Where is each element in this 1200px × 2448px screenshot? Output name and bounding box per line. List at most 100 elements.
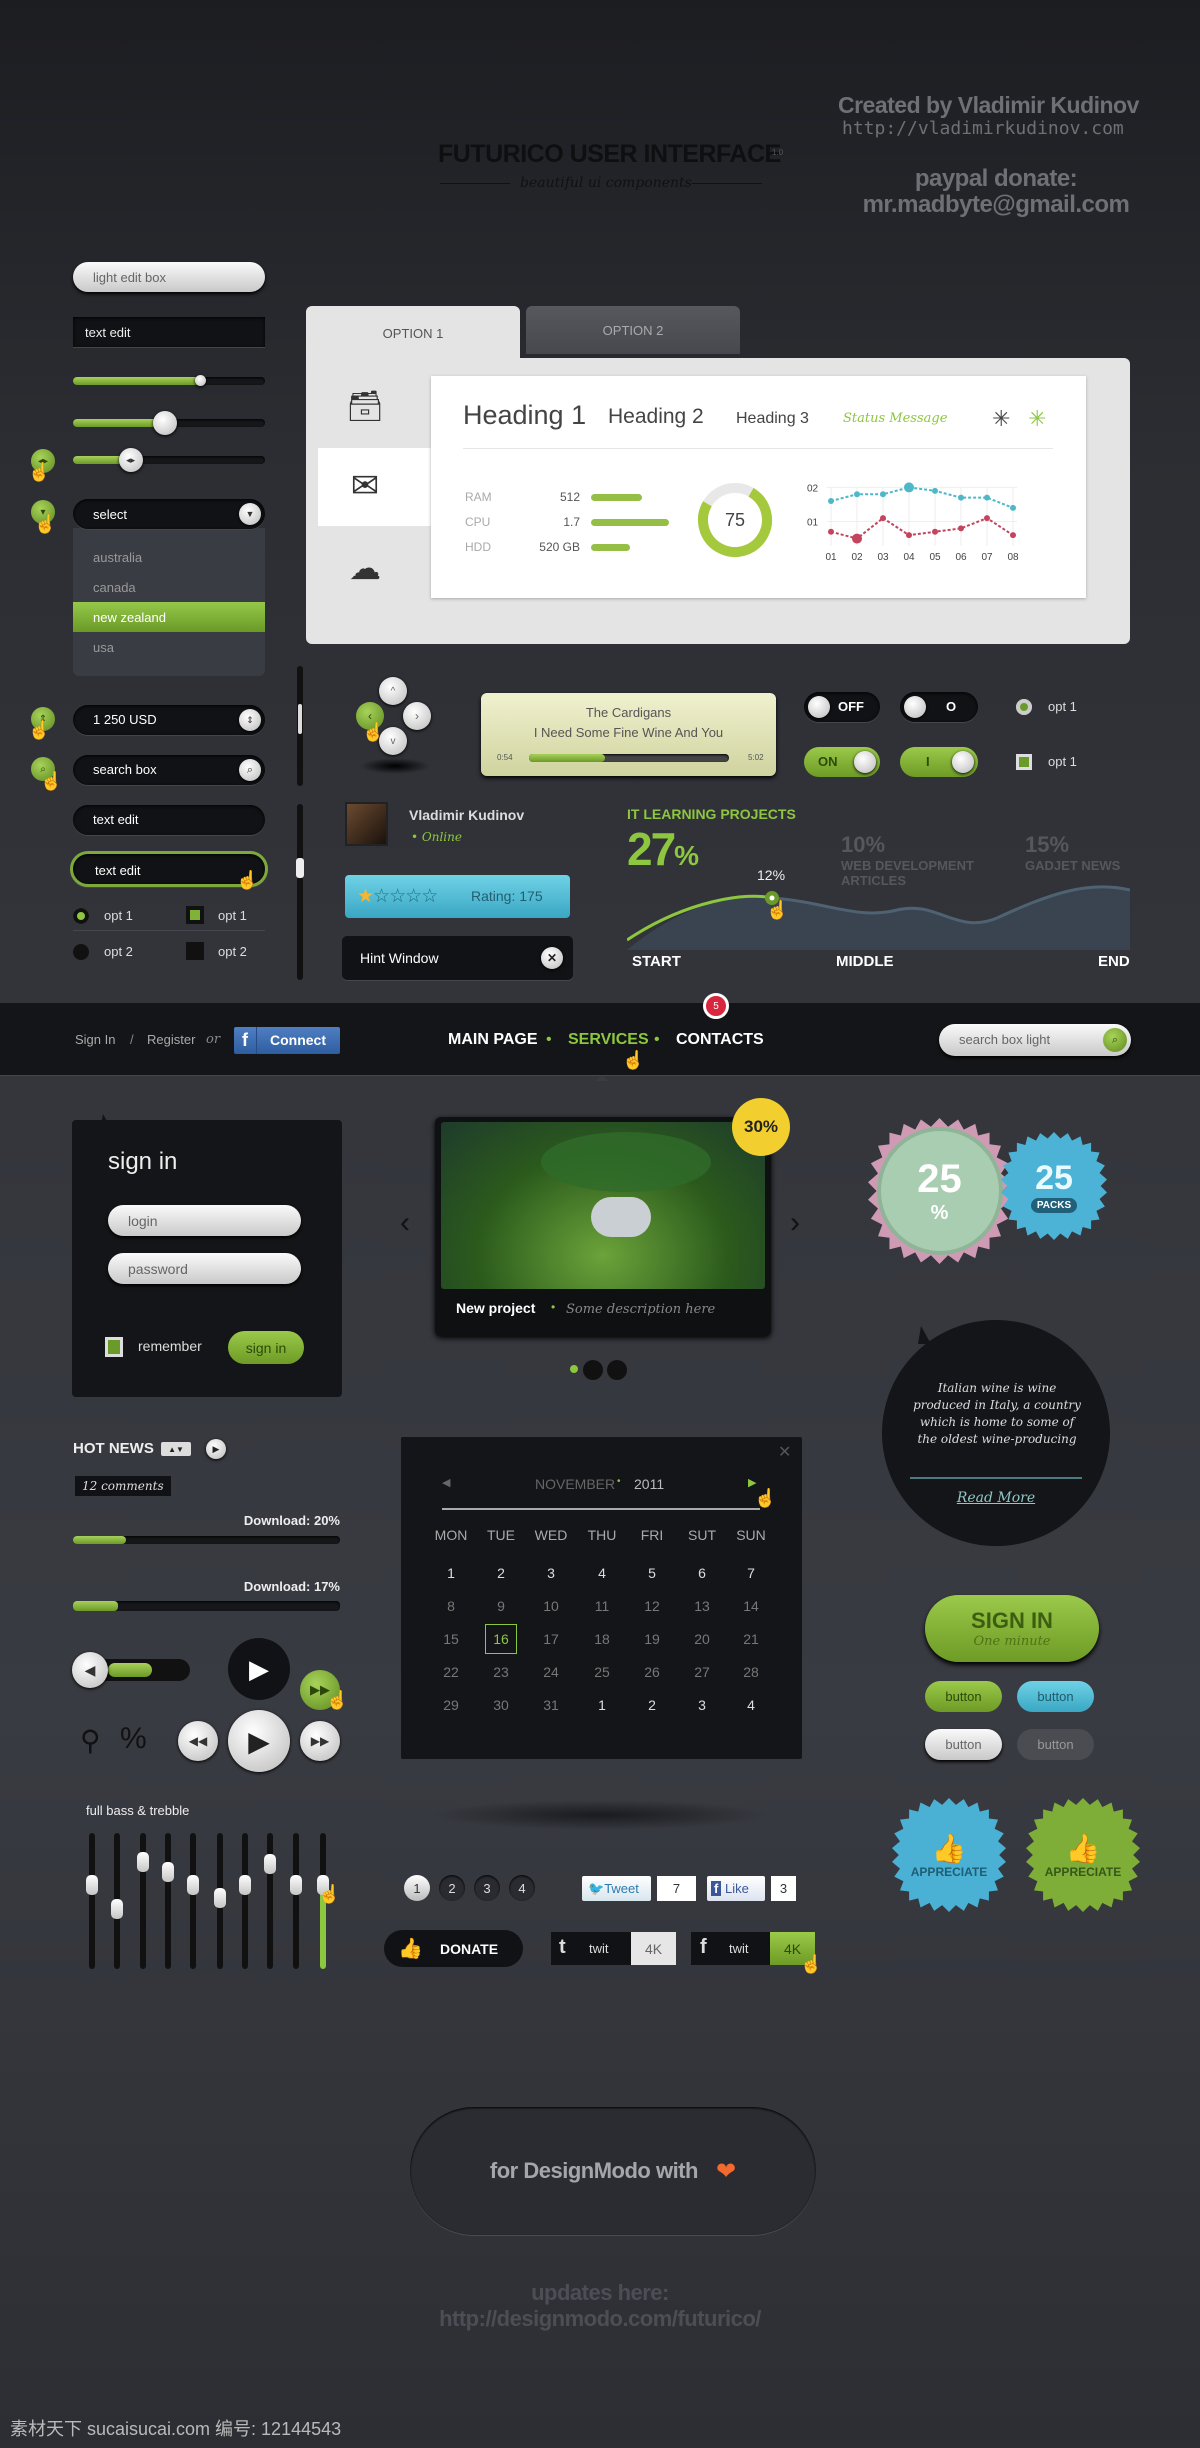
forward-button[interactable]: ▶▶ [300, 1721, 340, 1761]
scrollbar-thumb[interactable] [298, 704, 302, 734]
eq-track[interactable] [187, 1833, 199, 1969]
toggle-on[interactable]: ON [804, 747, 880, 777]
eq-track[interactable] [86, 1833, 98, 1969]
calendar-day[interactable]: 11 [582, 1598, 622, 1614]
close-icon[interactable]: ✕ [778, 1442, 791, 1462]
button-blue[interactable]: button [1017, 1681, 1094, 1712]
calendar-day[interactable]: 25 [582, 1664, 622, 1680]
eq-track[interactable] [239, 1833, 251, 1969]
dropdown-option[interactable]: usa [73, 632, 265, 662]
sign-in-big-button[interactable]: SIGN IN One minute [925, 1595, 1099, 1662]
eq-track[interactable] [214, 1833, 226, 1969]
light-edit-box[interactable]: light edit box [73, 262, 265, 292]
up-down-arrows-icon[interactable]: ⇕ [239, 709, 261, 731]
cloud-upload-icon[interactable]: ☁ [340, 550, 390, 586]
calendar-day[interactable]: 16 [485, 1624, 517, 1654]
toggle-off[interactable]: OFF [804, 692, 880, 722]
slider-knob[interactable]: ◂▸ [118, 448, 143, 472]
sign-in-button[interactable]: sign in [228, 1331, 304, 1364]
eq-knob[interactable] [137, 1851, 149, 1872]
slider-dot[interactable] [583, 1360, 603, 1380]
checkbox-opt1-checked[interactable] [186, 906, 204, 924]
play-icon[interactable]: ▶ [206, 1439, 226, 1459]
login-field[interactable]: login [108, 1205, 301, 1236]
button-green[interactable]: button [925, 1681, 1002, 1712]
eq-knob[interactable] [86, 1874, 98, 1895]
eq-knob[interactable] [239, 1874, 251, 1895]
eq-knob[interactable] [264, 1854, 276, 1875]
checkbox-opt2[interactable] [186, 942, 204, 960]
search-input[interactable]: search box ⌕ [73, 755, 265, 785]
tweet-button[interactable]: 🐦Tweet [582, 1876, 651, 1901]
slider-2[interactable] [73, 411, 265, 435]
eq-track[interactable] [111, 1833, 123, 1969]
slider-1[interactable] [73, 375, 265, 386]
calendar-day[interactable]: 2 [632, 1697, 672, 1713]
calendar-day[interactable]: 30 [481, 1697, 521, 1713]
read-more-link[interactable]: Read More [882, 1490, 1110, 1506]
select-dropdown[interactable]: select ▼ [73, 499, 265, 529]
text-edit-field[interactable]: text edit [73, 317, 265, 347]
page-button[interactable]: 4 [509, 1875, 535, 1901]
calendar-day[interactable]: 17 [531, 1631, 571, 1647]
play-button[interactable]: ▶ [228, 1638, 290, 1700]
page-button[interactable]: 2 [439, 1875, 465, 1901]
calendar-day[interactable]: 22 [431, 1664, 471, 1680]
star-empty-icon[interactable]: ☆ [421, 886, 438, 907]
scrollbar-1[interactable] [297, 666, 303, 786]
dpad-right-button[interactable]: › [403, 702, 431, 730]
calendar-day[interactable]: 26 [632, 1664, 672, 1680]
calendar-day[interactable]: 8 [431, 1598, 471, 1614]
nav-contacts[interactable]: CONTACTS [676, 1031, 764, 1049]
tab-option-1[interactable]: OPTION 1 [306, 306, 520, 360]
calendar-day[interactable]: 31 [531, 1697, 571, 1713]
slider-3[interactable]: ◂▸ [73, 448, 265, 472]
eq-track[interactable] [137, 1833, 149, 1969]
slider-dot[interactable] [570, 1365, 578, 1373]
calendar-day[interactable]: 1 [431, 1565, 471, 1581]
slider-dot[interactable] [607, 1360, 627, 1380]
dropdown-option[interactable]: canada [73, 572, 265, 602]
search-box-light[interactable]: search box light ⌕ [939, 1024, 1131, 1056]
slide-image[interactable] [441, 1122, 765, 1289]
twitter-share-button[interactable]: t twit 4K [551, 1932, 676, 1965]
calendar-day[interactable]: 10 [531, 1598, 571, 1614]
updates-url[interactable]: http://designmodo.com/futurico/ [0, 2306, 1200, 2332]
checkbox-light-opt1[interactable] [1016, 754, 1032, 770]
button-dark[interactable]: button [1017, 1729, 1094, 1760]
register-link[interactable]: Register [147, 1032, 195, 1047]
avatar[interactable] [345, 802, 388, 846]
close-icon[interactable]: ✕ [541, 947, 563, 969]
credit-url[interactable]: http://vladimirkudinov.com [842, 118, 1124, 139]
up-down-arrows-icon[interactable]: ▲▼ [161, 1442, 191, 1456]
eq-track[interactable] [264, 1833, 276, 1969]
slider-knob[interactable] [153, 411, 178, 435]
calendar-day[interactable]: 15 [431, 1631, 471, 1647]
calendar-day[interactable]: 27 [682, 1664, 722, 1680]
eq-knob[interactable] [290, 1874, 302, 1895]
text-edit-rounded[interactable]: text edit [73, 805, 265, 835]
calendar-day[interactable]: 12 [632, 1598, 672, 1614]
slider-prev-arrow-icon[interactable]: ‹ [400, 1206, 410, 1240]
calendar-prev-icon[interactable]: ◀ [442, 1476, 450, 1489]
calendar-day[interactable]: 4 [731, 1697, 771, 1713]
star-empty-icon[interactable]: ☆ [373, 886, 390, 907]
page-button[interactable]: 1 [404, 1875, 430, 1901]
slider-knob[interactable] [194, 375, 206, 386]
page-button[interactable]: 3 [474, 1875, 500, 1901]
slider-next-arrow-icon[interactable]: › [790, 1206, 800, 1240]
nav-main-page[interactable]: MAIN PAGE [448, 1031, 537, 1049]
eq-track[interactable] [290, 1833, 302, 1969]
radio-opt2[interactable] [73, 944, 89, 960]
star-empty-icon[interactable]: ☆ [389, 886, 406, 907]
search-icon[interactable]: ⌕ [1103, 1028, 1127, 1052]
eq-knob[interactable] [187, 1874, 199, 1895]
calendar-day[interactable]: 6 [682, 1565, 722, 1581]
calendar-day[interactable]: 2 [481, 1565, 521, 1581]
eq-knob[interactable] [214, 1888, 226, 1909]
eq-knob[interactable] [111, 1899, 123, 1920]
rewind-button[interactable]: ◀◀ [178, 1721, 218, 1761]
sign-in-link[interactable]: Sign In [75, 1032, 115, 1047]
dpad-up-button[interactable]: ^ [379, 677, 407, 705]
star-filled-icon[interactable]: ★ [357, 886, 374, 907]
